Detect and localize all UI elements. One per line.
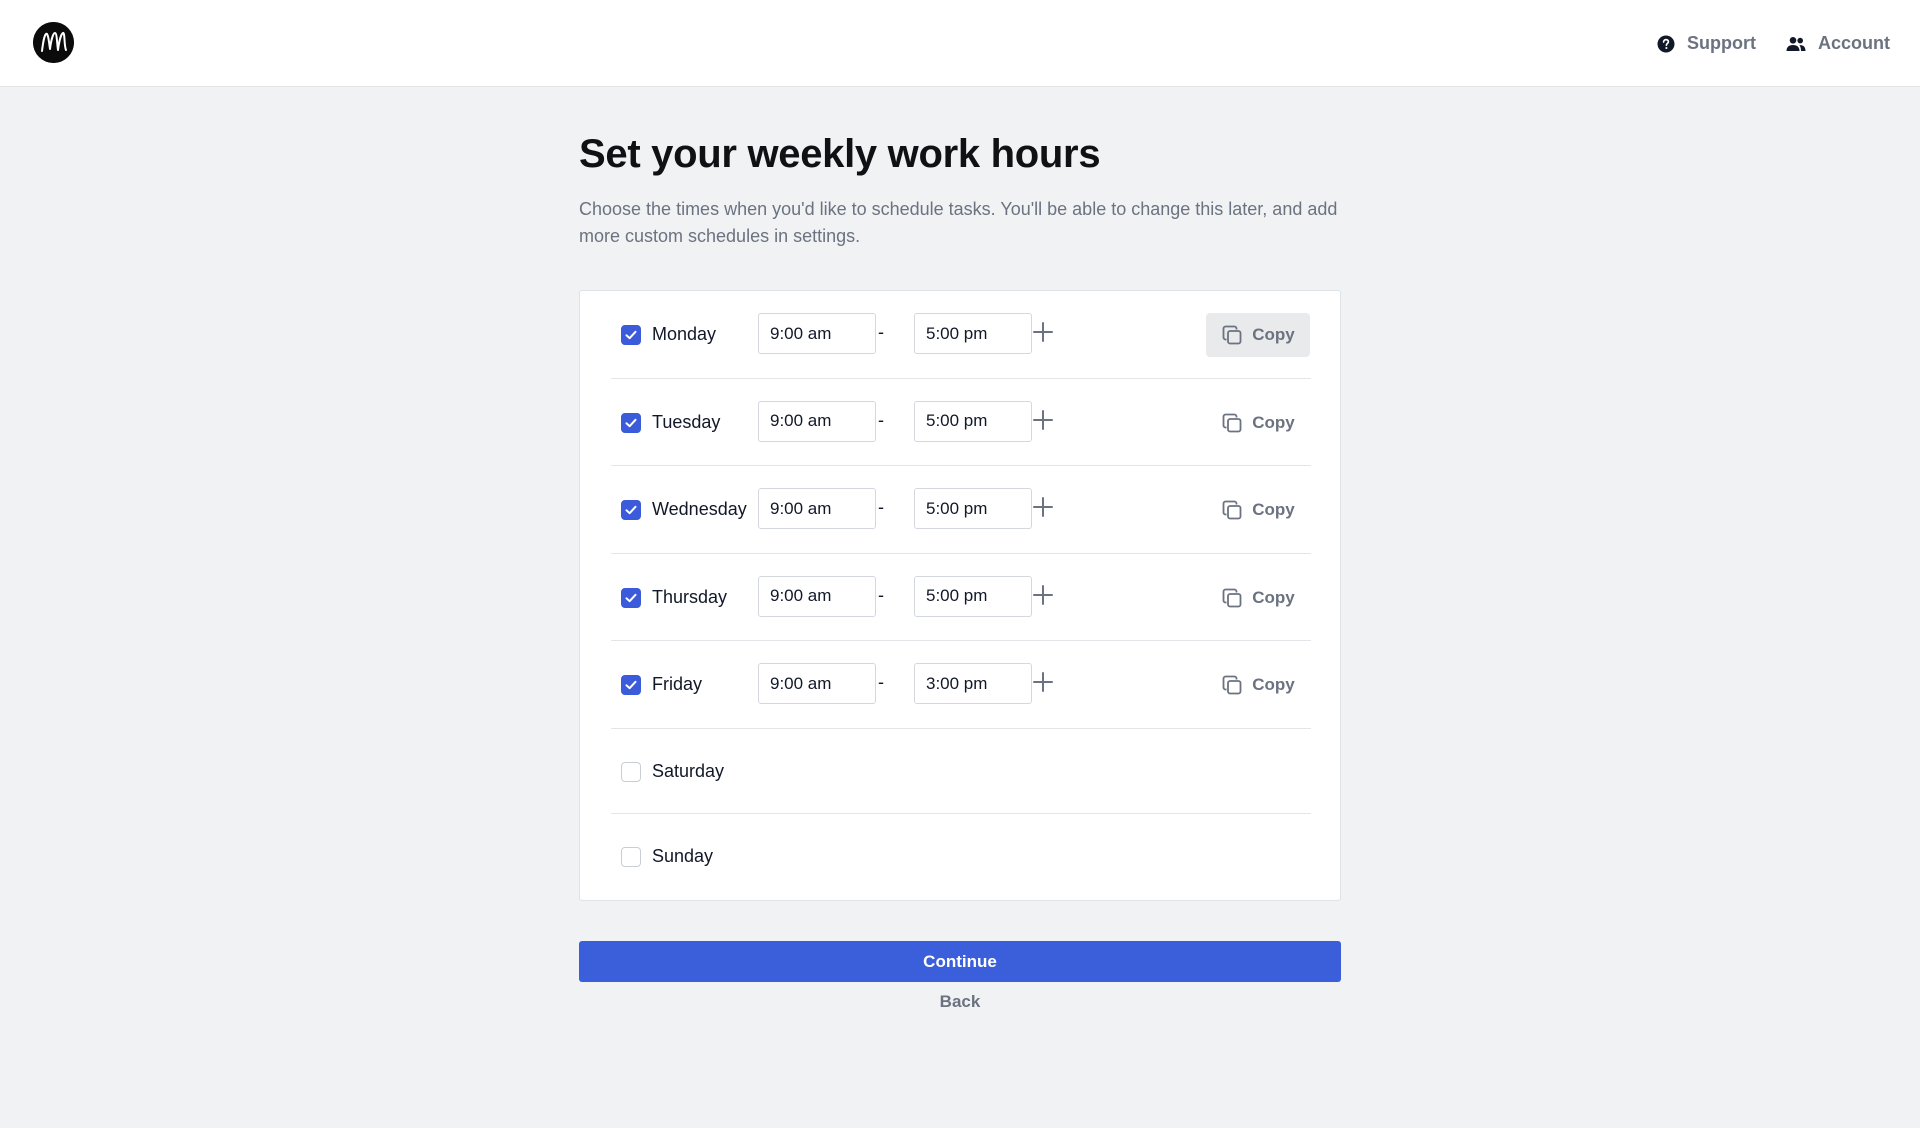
day-row-friday: Friday - Copy <box>611 641 1311 729</box>
day-label: Friday <box>652 674 703 694</box>
friday-copy-button[interactable]: Copy <box>1206 663 1310 707</box>
tuesday-end-time-input[interactable] <box>914 400 1032 442</box>
plus-icon[interactable] <box>1032 321 1054 343</box>
friday-checkbox[interactable] <box>621 675 641 695</box>
time-separator: - <box>878 497 884 517</box>
day-label: Saturday <box>652 760 725 781</box>
top-bar: Support Account <box>0 0 1920 87</box>
continue-button[interactable]: Continue <box>579 941 1341 982</box>
account-label: Account <box>1818 33 1890 53</box>
wednesday-copy-button[interactable]: Copy <box>1206 488 1310 532</box>
users-icon <box>1786 36 1806 51</box>
copy-label: Copy <box>1252 325 1295 344</box>
tuesday-checkbox[interactable] <box>621 412 641 433</box>
day-row-wednesday: Wednesday - Copy <box>611 466 1311 554</box>
day-label: Sunday <box>652 846 714 866</box>
day-row-thursday: Thursday - Copy <box>611 554 1311 641</box>
plus-icon[interactable] <box>1032 671 1054 693</box>
check-icon <box>625 680 637 690</box>
time-separator: - <box>878 409 884 430</box>
check-icon <box>625 330 637 340</box>
support-label: Support <box>1687 33 1756 53</box>
plus-icon[interactable] <box>1032 584 1054 606</box>
monday-end-time-input[interactable] <box>914 313 1032 354</box>
friday-start-time-input[interactable] <box>758 663 876 704</box>
monday-copy-button[interactable]: Copy <box>1206 313 1310 357</box>
day-row-monday: Monday - Copy <box>611 291 1311 379</box>
tuesday-start-time-input[interactable] <box>758 400 876 442</box>
day-label: Tuesday <box>652 411 721 432</box>
thursday-start-time-input[interactable] <box>758 575 876 617</box>
top-nav: Support Account <box>1657 0 1890 87</box>
day-row-saturday: Saturday <box>611 729 1311 814</box>
copy-icon <box>1222 500 1242 520</box>
logo-icon[interactable] <box>33 22 74 63</box>
day-row-sunday: Sunday <box>611 814 1311 900</box>
day-label: Thursday <box>652 586 728 607</box>
copy-icon <box>1222 675 1242 695</box>
day-label: Monday <box>652 324 717 344</box>
saturday-checkbox[interactable] <box>621 761 641 782</box>
tuesday-copy-button[interactable]: Copy <box>1206 401 1310 445</box>
copy-label: Copy <box>1252 587 1295 607</box>
monday-checkbox[interactable] <box>621 325 641 345</box>
check-icon <box>625 593 637 602</box>
page-title: Set your weekly work hours <box>579 132 1101 176</box>
thursday-checkbox[interactable] <box>621 587 641 608</box>
plus-icon[interactable] <box>1032 496 1054 518</box>
sunday-checkbox[interactable] <box>621 847 641 867</box>
copy-label: Copy <box>1252 500 1295 519</box>
thursday-end-time-input[interactable] <box>914 575 1032 617</box>
copy-icon <box>1222 325 1242 345</box>
monday-start-time-input[interactable] <box>758 313 876 354</box>
page-description: Choose the times when you'd like to sche… <box>579 199 1338 246</box>
plus-icon[interactable] <box>1032 409 1054 431</box>
day-row-tuesday: Tuesday - Copy <box>611 379 1311 466</box>
wednesday-checkbox[interactable] <box>621 500 641 520</box>
copy-label: Copy <box>1252 412 1295 432</box>
back-link[interactable]: Back <box>579 992 1341 1012</box>
support-link[interactable]: Support <box>1657 33 1756 54</box>
account-link[interactable]: Account <box>1786 33 1890 54</box>
question-circle-icon <box>1657 35 1675 52</box>
time-separator: - <box>878 322 884 342</box>
wednesday-start-time-input[interactable] <box>758 488 876 529</box>
check-icon <box>625 418 637 427</box>
thursday-copy-button[interactable]: Copy <box>1206 576 1310 620</box>
friday-end-time-input[interactable] <box>914 663 1032 704</box>
day-label: Wednesday <box>652 499 747 519</box>
copy-icon <box>1222 413 1242 432</box>
copy-icon <box>1222 588 1242 607</box>
time-separator: - <box>878 584 884 605</box>
time-separator: - <box>878 672 884 692</box>
copy-label: Copy <box>1252 675 1295 694</box>
wednesday-end-time-input[interactable] <box>914 488 1032 529</box>
check-icon <box>625 505 637 515</box>
weekly-hours-card: Monday-CopyTuesday-CopyWednesday-CopyThu… <box>579 290 1341 901</box>
